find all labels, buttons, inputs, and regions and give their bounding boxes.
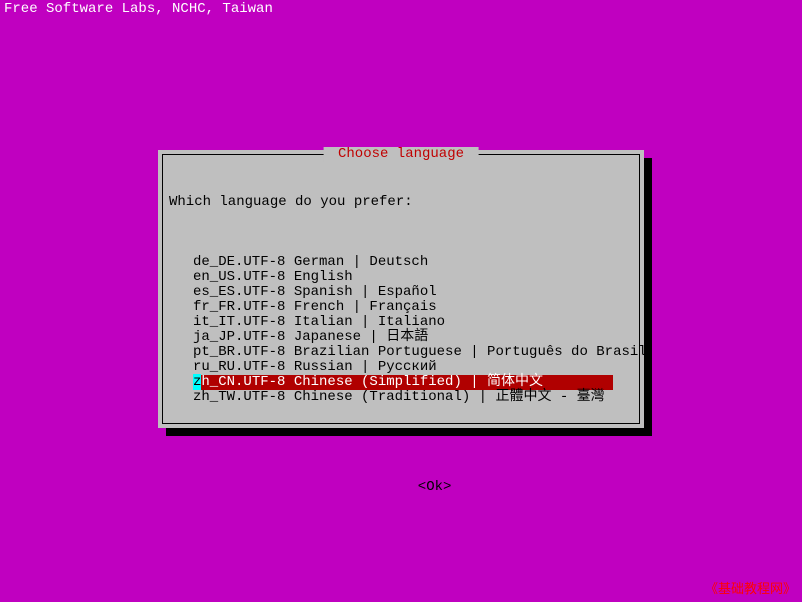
language-option[interactable]: pt_BR.UTF-8 Brazilian Portuguese | Portu… [193, 345, 633, 360]
dialog-title: Choose language [324, 147, 479, 162]
language-option[interactable]: ru_RU.UTF-8 Russian | Русский [193, 360, 633, 375]
language-option[interactable]: zh_TW.UTF-8 Chinese (Traditional) | 正體中文… [193, 390, 633, 405]
ok-button[interactable]: <Ok> [418, 480, 452, 495]
dialog-prompt: Which language do you prefer: [169, 195, 633, 210]
page-header: Free Software Labs, NCHC, Taiwan [4, 2, 273, 17]
language-option[interactable]: es_ES.UTF-8 Spanish | Español [193, 285, 633, 300]
language-option[interactable]: en_US.UTF-8 English [193, 270, 633, 285]
language-option[interactable]: de_DE.UTF-8 German | Deutsch [193, 255, 633, 270]
language-dialog: Choose language Which language do you pr… [158, 150, 644, 428]
dialog-border: Choose language Which language do you pr… [162, 154, 640, 424]
footer-watermark: 《基础教程网》 [705, 581, 796, 596]
language-option[interactable]: ja_JP.UTF-8 Japanese | 日本語 [193, 330, 633, 345]
language-list[interactable]: de_DE.UTF-8 German | Deutschen_US.UTF-8 … [193, 255, 633, 405]
dialog-body: Which language do you prefer: de_DE.UTF-… [163, 155, 639, 540]
language-option[interactable]: it_IT.UTF-8 Italian | Italiano [193, 315, 633, 330]
language-option[interactable]: fr_FR.UTF-8 French | Français [193, 300, 633, 315]
language-option[interactable]: zh_CN.UTF-8 Chinese (Simplified) | 简体中文 [193, 375, 613, 390]
